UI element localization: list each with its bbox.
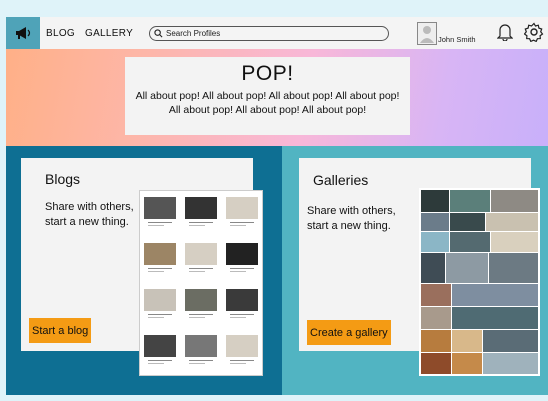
start-blog-button[interactable]: Start a blog bbox=[29, 318, 92, 343]
top-nav: BLOG GALLERY John Smith bbox=[6, 17, 548, 49]
megaphone-icon[interactable] bbox=[6, 17, 40, 49]
hero-card: POP! All about pop! All about pop! All a… bbox=[125, 57, 410, 135]
search-input[interactable] bbox=[166, 29, 381, 38]
hero-banner: POP! All about pop! All about pop! All a… bbox=[6, 49, 548, 146]
blog-preview-image bbox=[139, 190, 263, 376]
blogs-title: Blogs bbox=[45, 171, 81, 187]
bell-icon[interactable] bbox=[496, 23, 514, 46]
nav-link-blog[interactable]: BLOG bbox=[46, 28, 75, 39]
avatar[interactable] bbox=[417, 22, 437, 45]
galleries-text: Share with others, start a new thing. bbox=[307, 205, 396, 232]
galleries-title: Galleries bbox=[313, 172, 369, 188]
hero-title: POP! bbox=[241, 62, 294, 85]
search-icon bbox=[154, 29, 163, 38]
nav-link-gallery[interactable]: GALLERY bbox=[85, 28, 133, 39]
gear-icon[interactable] bbox=[523, 22, 544, 47]
search-bar[interactable] bbox=[149, 26, 389, 41]
gallery-preview-image bbox=[419, 188, 540, 376]
hero-text: All about pop! All about pop! All about … bbox=[135, 90, 400, 116]
create-gallery-button[interactable]: Create a gallery bbox=[307, 320, 391, 345]
blogs-text: Share with others, start a new thing. bbox=[45, 201, 134, 228]
user-name[interactable]: John Smith bbox=[438, 35, 476, 44]
